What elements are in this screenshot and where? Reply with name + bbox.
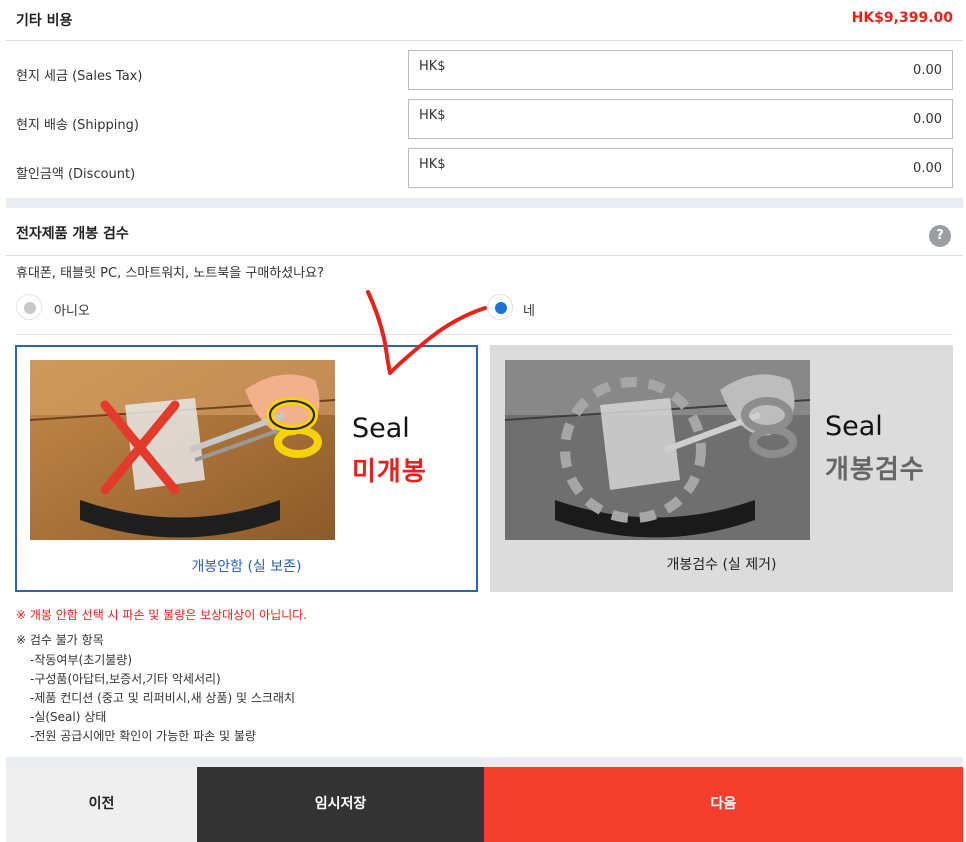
photo-keep-seal [30, 360, 335, 540]
not-inspectable-item: -전원 공급시에만 확인이 가능한 파손 및 불량 [30, 729, 256, 743]
seal-word-keep: Seal [352, 413, 410, 444]
currency-label: HK$ [419, 108, 446, 123]
radio-no-label: 아니오 [54, 304, 90, 319]
radio-yes-dot [495, 302, 507, 314]
bottom-divider-band [6, 757, 963, 767]
sales-tax-row: 현지 세금 (Sales Tax) HK$ 0.00 [6, 50, 963, 99]
radio-no-dot [24, 302, 36, 314]
not-inspectable-item: -실(Seal) 상태 [30, 710, 107, 724]
other-costs-title: 기타 비용 [16, 13, 73, 29]
purchase-question: 휴대폰, 태블릿 PC, 스마트워치, 노트북을 구매하셨나요? [16, 266, 325, 281]
shipping-value: 0.00 [913, 112, 942, 127]
currency-label: HK$ [419, 59, 446, 74]
discount-label: 할인금액 (Discount) [16, 167, 136, 182]
seal-unopened-label: 미개봉 [352, 457, 427, 487]
sales-tax-value: 0.00 [913, 63, 942, 78]
not-inspectable-item: -작동여부(초기불량) [30, 653, 133, 667]
prev-button[interactable]: 이전 [6, 767, 197, 842]
temp-save-button[interactable]: 임시저장 [197, 767, 484, 842]
open-inspection-caption: 개봉검수 (실 제거) [666, 557, 777, 573]
options-divider [16, 334, 953, 335]
not-inspectable-item: -구성품(아답터,보증서,기타 악세서리) [30, 672, 221, 686]
scissors-box-photo-icon [30, 360, 335, 540]
section-divider-band [6, 198, 963, 208]
shipping-label: 현지 배송 (Shipping) [16, 118, 139, 133]
discount-input[interactable]: HK$ 0.00 [408, 148, 953, 188]
radio-option-yes[interactable]: 네 [487, 290, 787, 324]
other-costs-header: 기타 비용 HK$9,399.00 [6, 0, 963, 41]
no-open-warning: ※ 개봉 안함 선택 시 파손 및 불량은 보상대상이 아닙니다. [16, 608, 308, 622]
discount-row: 할인금액 (Discount) HK$ 0.00 [6, 148, 963, 197]
radio-option-no[interactable]: 아니오 [16, 290, 316, 324]
seal-open-inspection-label: 개봉검수 [825, 455, 925, 485]
sales-tax-input[interactable]: HK$ 0.00 [408, 50, 953, 90]
sales-tax-label: 현지 세금 (Sales Tax) [16, 69, 143, 84]
radio-no-icon[interactable] [16, 294, 42, 320]
currency-label: HK$ [419, 157, 446, 172]
next-button[interactable]: 다음 [484, 767, 963, 842]
radio-yes-label: 네 [523, 304, 535, 319]
keep-seal-caption: 개봉안함 (실 보존) [191, 559, 302, 575]
scissors-box-gray-photo-icon [505, 360, 810, 540]
photo-open-inspection [505, 360, 810, 540]
seal-word-open: Seal [825, 411, 883, 442]
card-keep-seal[interactable]: Seal 미개봉 개봉안함 (실 보존) [15, 345, 478, 592]
card-open-inspection[interactable]: Seal 개봉검수 개봉검수 (실 제거) [490, 345, 953, 592]
shipping-row: 현지 배송 (Shipping) HK$ 0.00 [6, 99, 963, 148]
shipping-input[interactable]: HK$ 0.00 [408, 99, 953, 139]
help-icon[interactable]: ? [929, 225, 951, 247]
other-costs-total: HK$9,399.00 [851, 10, 953, 26]
discount-value: 0.00 [913, 161, 942, 176]
inspection-title: 전자제품 개봉 검수 [16, 226, 129, 242]
not-inspectable-title: ※ 검수 불가 항목 [16, 633, 104, 647]
radio-yes-icon[interactable] [487, 294, 513, 320]
not-inspectable-item: -제품 컨디션 (중고 및 리퍼비시,새 상품) 및 스크래치 [30, 691, 296, 705]
inspection-header: 전자제품 개봉 검수 ? [6, 213, 963, 256]
